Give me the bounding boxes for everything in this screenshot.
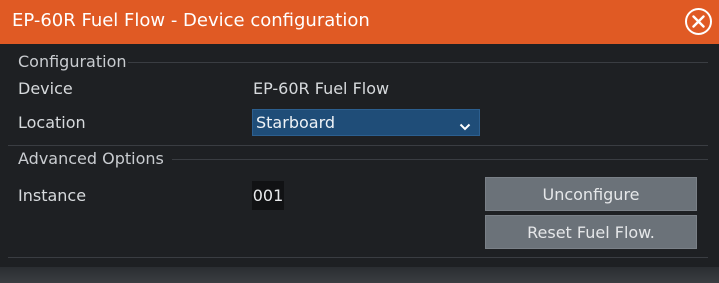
configuration-header: Configuration bbox=[18, 52, 127, 71]
close-icon bbox=[692, 15, 705, 28]
dialog-bottom-edge bbox=[0, 267, 719, 283]
location-selected-value: Starboard bbox=[256, 113, 336, 132]
bottom-divider bbox=[8, 257, 708, 258]
configuration-divider bbox=[128, 62, 708, 63]
reset-fuel-flow-button[interactable]: Reset Fuel Flow. bbox=[485, 215, 697, 249]
instance-input[interactable]: 001 bbox=[252, 181, 284, 210]
location-label: Location bbox=[18, 113, 86, 132]
unconfigure-button[interactable]: Unconfigure bbox=[485, 177, 697, 211]
location-select[interactable]: Starboard bbox=[252, 109, 480, 136]
chevron-down-icon bbox=[459, 117, 471, 136]
dialog-content: Configuration Device EP-60R Fuel Flow Lo… bbox=[0, 44, 719, 267]
advanced-options-header: Advanced Options bbox=[18, 149, 164, 168]
section-separator bbox=[8, 145, 708, 146]
instance-label: Instance bbox=[18, 186, 87, 205]
device-label: Device bbox=[18, 79, 73, 98]
instance-value: 001 bbox=[252, 186, 284, 205]
dialog-title: EP-60R Fuel Flow - Device configuration bbox=[12, 10, 370, 31]
device-configuration-dialog: EP-60R Fuel Flow - Device configuration … bbox=[0, 0, 719, 283]
dialog-titlebar: EP-60R Fuel Flow - Device configuration bbox=[0, 0, 719, 44]
device-value: EP-60R Fuel Flow bbox=[253, 79, 390, 98]
close-button[interactable] bbox=[685, 8, 712, 35]
advanced-options-divider bbox=[172, 159, 708, 160]
